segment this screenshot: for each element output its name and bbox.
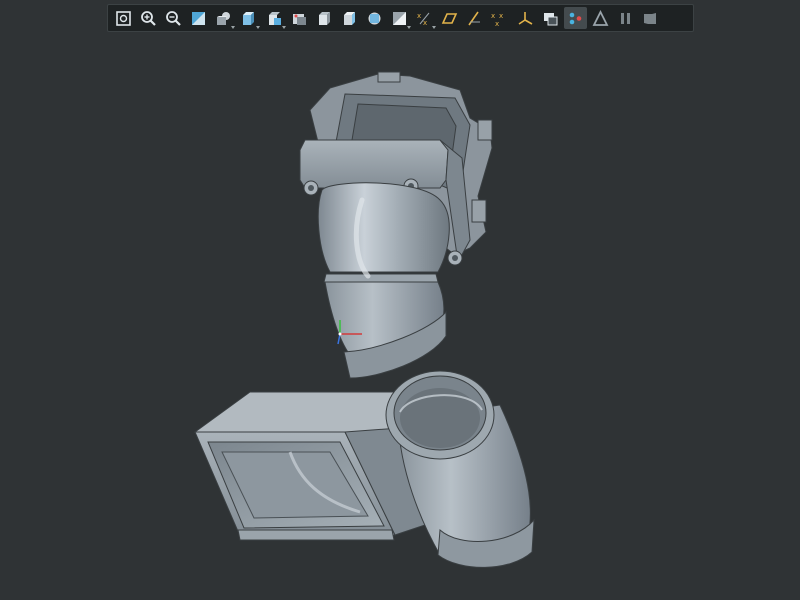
front-view-icon <box>240 10 257 27</box>
section-view-button[interactable] <box>363 7 386 29</box>
csys-display-button[interactable] <box>514 7 537 29</box>
bottom-duct-adapter[interactable] <box>193 370 535 568</box>
zoom-fit-button[interactable] <box>112 7 135 29</box>
dropdown-arrow-icon[interactable] <box>256 26 261 29</box>
spin-center-icon <box>567 10 584 27</box>
svg-text:x: x <box>499 12 503 20</box>
dropdown-arrow-icon[interactable] <box>281 26 286 29</box>
perspective-button[interactable] <box>288 7 311 29</box>
zoom-fit-icon <box>115 10 132 27</box>
model-canvas[interactable] <box>0 36 800 600</box>
svg-text:x: x <box>495 20 499 27</box>
datum-planes-icon <box>441 10 458 27</box>
perspective-icon <box>291 10 308 27</box>
saved-views-icon <box>266 10 283 27</box>
view-normal-icon <box>190 10 207 27</box>
point-display-icon: xxx <box>491 10 508 27</box>
3d-viewport[interactable] <box>0 36 800 600</box>
dropdown-arrow-icon[interactable] <box>407 26 412 29</box>
pause-icon <box>617 10 634 27</box>
hidden-line-button[interactable] <box>388 7 412 29</box>
display-style-button[interactable] <box>338 7 361 29</box>
zoom-out-icon <box>165 10 182 27</box>
hidden-line-icon <box>391 10 408 27</box>
front-view-button[interactable] <box>237 7 261 29</box>
datum-axes-icon <box>466 10 483 27</box>
appearance-button[interactable] <box>313 7 336 29</box>
elbow-body <box>317 182 450 379</box>
annotation-display-button[interactable] <box>539 7 562 29</box>
datum-points-icon: xx <box>416 10 433 27</box>
annotation-display-icon <box>542 10 559 27</box>
spin-center-button[interactable] <box>563 7 587 29</box>
render-triangle-button[interactable] <box>589 7 612 29</box>
datum-planes-button[interactable] <box>438 7 461 29</box>
svg-text:x: x <box>417 12 421 20</box>
section-view-icon <box>366 10 383 27</box>
render-triangle-icon <box>592 9 609 27</box>
flag-icon <box>642 10 659 27</box>
zoom-in-icon <box>140 10 157 27</box>
zoom-in-button[interactable] <box>137 7 160 29</box>
display-style-icon <box>341 10 358 27</box>
svg-text:x: x <box>491 12 495 20</box>
top-elbow-assembly[interactable] <box>299 71 493 379</box>
datum-points-button[interactable]: xx <box>413 7 437 29</box>
dropdown-arrow-icon[interactable] <box>432 26 437 29</box>
shaded-display-icon <box>215 10 232 27</box>
point-display-button[interactable]: xxx <box>488 7 511 29</box>
appearance-icon <box>316 10 333 27</box>
zoom-out-button[interactable] <box>162 7 185 29</box>
pause-button[interactable] <box>614 7 637 29</box>
datum-axes-button[interactable] <box>463 7 486 29</box>
csys-display-icon <box>517 10 534 27</box>
view-normal-button[interactable] <box>187 7 210 29</box>
shaded-display-button[interactable] <box>212 7 236 29</box>
saved-views-button[interactable] <box>263 7 286 29</box>
dropdown-arrow-icon[interactable] <box>231 26 236 29</box>
flag-button[interactable] <box>639 7 662 29</box>
graphics-toolbar: xxxxx <box>107 4 694 32</box>
